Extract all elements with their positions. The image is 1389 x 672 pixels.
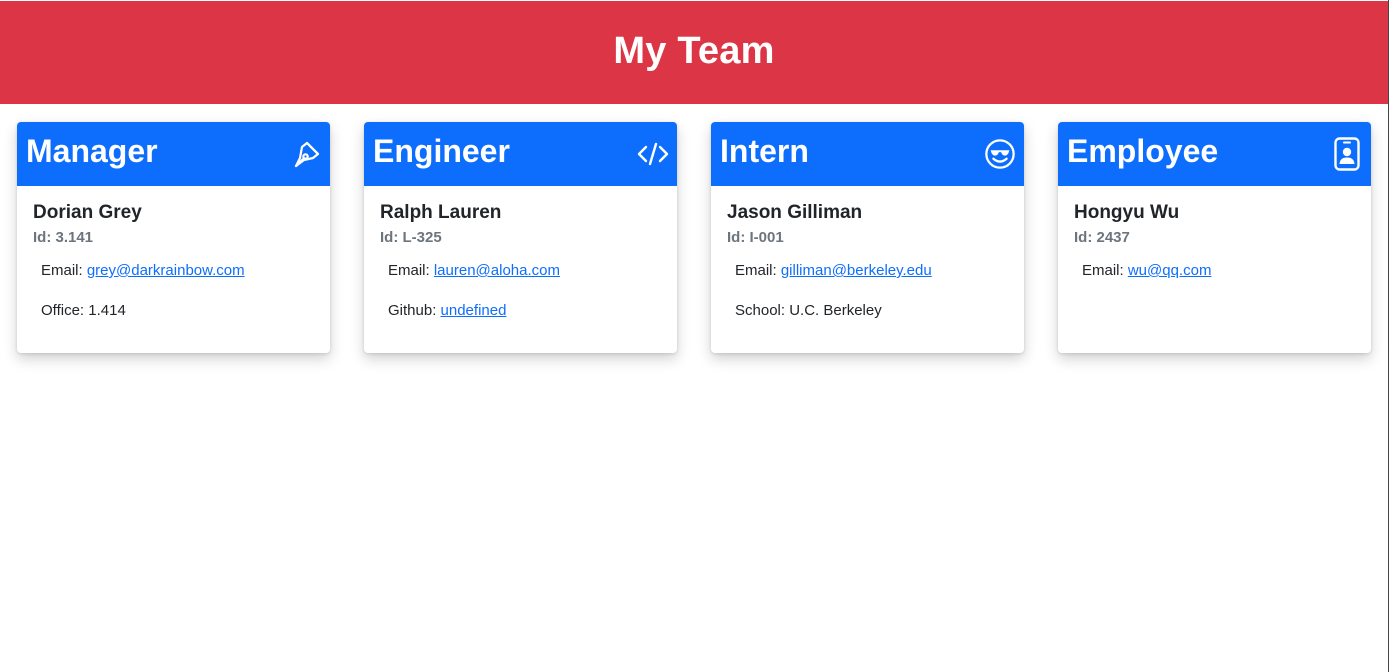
github-row: Github: undefined: [380, 300, 661, 340]
engineer-card: Engineer Ralph Lauren Id: L-325 Email: l: [364, 122, 677, 353]
code-icon: [637, 138, 669, 170]
email-row: Email: gilliman@berkeley.edu: [727, 260, 1008, 300]
email-label: Email:: [735, 262, 781, 279]
email-row: Email: lauren@aloha.com: [380, 260, 661, 300]
school-row: School: U.C. Berkeley: [727, 300, 1008, 340]
office-row: Office: 1.414: [33, 300, 314, 340]
school-value: U.C. Berkeley: [789, 302, 882, 319]
email-label: Email:: [41, 262, 87, 279]
github-link[interactable]: undefined: [441, 302, 507, 319]
employee-id: Id: 3.141: [33, 229, 94, 246]
card-role-title: Intern: [720, 132, 809, 169]
card-role-title: Engineer: [373, 132, 510, 169]
page-header: My Team: [0, 1, 1388, 104]
pen-icon: [290, 138, 322, 170]
sunglasses-smiley-icon: [984, 138, 1016, 170]
manager-card: Manager Dorian Grey Id: 3.141 Email: gre…: [17, 122, 330, 353]
badge-icon: [1331, 137, 1363, 171]
employee-id: Id: 2437: [1074, 229, 1130, 246]
employee-id: Id: L-325: [380, 229, 442, 246]
card-role-title: Employee: [1067, 132, 1219, 169]
office-value: 1.414: [88, 302, 126, 319]
employee-name: Hongyu Wu: [1074, 202, 1180, 223]
school-label: School:: [735, 302, 790, 319]
employee-name: Dorian Grey: [33, 202, 142, 223]
card-body: Hongyu Wu Id: 2437 Email: wu@qq.com: [1058, 186, 1371, 300]
email-row: Email: grey@darkrainbow.com: [33, 260, 314, 300]
office-label: Office:: [41, 302, 89, 319]
card-role-title: Manager: [26, 132, 158, 169]
email-row: Email: wu@qq.com: [1074, 260, 1355, 300]
card-body: Dorian Grey Id: 3.141 Email: grey@darkra…: [17, 186, 330, 340]
card-body: Ralph Lauren Id: L-325 Email: lauren@alo…: [364, 186, 677, 340]
page: My Team Manager Dorian Grey Id: 3.141 Em…: [0, 0, 1389, 672]
card-header: Intern: [711, 122, 1024, 186]
github-label: Github:: [388, 302, 441, 319]
card-header: Manager: [17, 122, 330, 186]
intern-card: Intern Jason Gilliman Id: I-001 Email: g…: [711, 122, 1024, 353]
employee-name: Ralph Lauren: [380, 202, 502, 223]
email-label: Email:: [388, 262, 434, 279]
email-link[interactable]: lauren@aloha.com: [434, 262, 560, 279]
card-body: Jason Gilliman Id: I-001 Email: gilliman…: [711, 186, 1024, 340]
email-link[interactable]: grey@darkrainbow.com: [87, 262, 245, 279]
card-header: Employee: [1058, 122, 1371, 186]
employee-id: Id: I-001: [727, 229, 784, 246]
employee-name: Jason Gilliman: [727, 202, 863, 223]
email-link[interactable]: gilliman@berkeley.edu: [781, 262, 932, 279]
email-link[interactable]: wu@qq.com: [1128, 262, 1212, 279]
employee-card: Employee Hongyu Wu Id: 2437 Email: wu@qq…: [1058, 122, 1371, 353]
page-title: My Team: [613, 29, 775, 72]
card-header: Engineer: [364, 122, 677, 186]
email-label: Email:: [1082, 262, 1128, 279]
